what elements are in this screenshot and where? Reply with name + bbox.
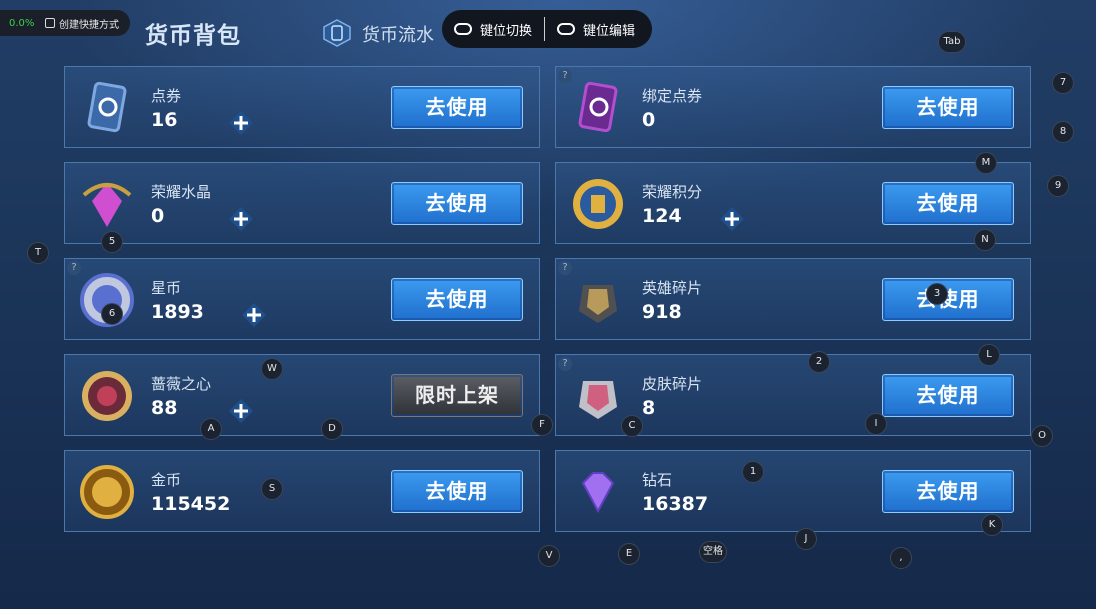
- key-hint-badge: J: [795, 528, 817, 550]
- key-hint-badge: 9: [1047, 175, 1069, 197]
- key-hint-badge: 7: [1052, 72, 1074, 94]
- use-button[interactable]: 去使用: [391, 86, 523, 129]
- create-shortcut-button[interactable]: 创建快捷方式: [45, 16, 119, 31]
- currency-value: 1893: [151, 301, 204, 323]
- currency-name: 金币: [151, 471, 182, 489]
- bound-ticket-icon: [569, 79, 627, 137]
- currency-name: 皮肤碎片: [642, 375, 703, 393]
- key-hint-badge: K: [981, 514, 1003, 536]
- skin-fragment-icon: [569, 367, 627, 425]
- currency-card: ? 星币 1893 去使用: [64, 258, 540, 340]
- add-icon[interactable]: [228, 206, 254, 232]
- currency-value: 0: [151, 205, 165, 227]
- key-switch-label: 键位切换: [480, 23, 533, 39]
- currency-name: 荣耀积分: [642, 183, 703, 201]
- currency-card: 点券 16 去使用: [64, 66, 540, 148]
- crystal-icon: [78, 175, 136, 233]
- use-button[interactable]: 去使用: [391, 470, 523, 513]
- currency-card: 钻石 16387 去使用: [555, 450, 1031, 532]
- gamepad-icon: [557, 23, 576, 35]
- currency-name: 钻石: [642, 471, 673, 489]
- currency-name: 星币: [151, 279, 182, 297]
- currency-value: 88: [151, 397, 178, 419]
- hero-fragment-icon: [569, 271, 627, 329]
- key-hint-badge: L: [978, 344, 1000, 366]
- add-icon[interactable]: [719, 206, 745, 232]
- currency-card: 蔷薇之心 88 限时上架: [64, 354, 540, 436]
- currency-name: 点券: [151, 87, 182, 105]
- key-hint-badge: 6: [101, 303, 123, 325]
- tab-currency-flow[interactable]: 货币流水: [362, 21, 434, 47]
- use-button[interactable]: 去使用: [882, 182, 1014, 225]
- key-hint-badge: E: [618, 543, 640, 565]
- currency-value: 918: [642, 301, 682, 323]
- diamond-icon: [569, 463, 627, 521]
- key-hint-badge: S: [261, 478, 283, 500]
- key-hint-badge: 空格: [699, 541, 727, 563]
- currency-card: 荣耀积分 124 去使用: [555, 162, 1031, 244]
- key-hint-badge: C: [621, 415, 643, 437]
- key-hint-badge: 3: [926, 283, 948, 305]
- currency-card: ? 绑定点券 0 去使用: [555, 66, 1031, 148]
- currency-name: 荣耀水晶: [151, 183, 212, 201]
- currency-value: 8: [642, 397, 656, 419]
- currency-name: 绑定点券: [642, 87, 703, 105]
- shortcut-icon: [45, 18, 55, 28]
- add-icon[interactable]: [228, 398, 254, 424]
- limited-time-button[interactable]: 限时上架: [391, 374, 523, 417]
- currency-value: 124: [642, 205, 682, 227]
- rose-heart-icon: [78, 367, 136, 425]
- key-hint-badge: M: [975, 152, 997, 174]
- currency-card: ? 英雄碎片 918 去使用: [555, 258, 1031, 340]
- key-hint-badge: W: [261, 358, 283, 380]
- add-icon[interactable]: [228, 110, 254, 136]
- use-button[interactable]: 去使用: [882, 470, 1014, 513]
- key-switch-button[interactable]: 键位切换: [442, 20, 544, 39]
- page-title: 货币背包: [145, 23, 241, 49]
- use-button[interactable]: 去使用: [391, 278, 523, 321]
- key-hint-badge: 1: [742, 461, 764, 483]
- fps-percent: 0.0%: [9, 17, 35, 29]
- key-edit-label: 键位编辑: [583, 23, 636, 39]
- key-hint-badge: ,: [890, 547, 912, 569]
- gold-coin-icon: [78, 463, 136, 521]
- use-button[interactable]: 去使用: [882, 278, 1014, 321]
- key-hint-badge: O: [1031, 425, 1053, 447]
- key-hint-badge: Tab: [938, 31, 966, 53]
- key-hint-badge: T: [27, 242, 49, 264]
- key-hint-badge: 2: [808, 351, 830, 373]
- currency-card: 金币 115452 去使用: [64, 450, 540, 532]
- currency-value: 16387: [642, 493, 709, 515]
- currency-value: 0: [642, 109, 656, 131]
- use-button[interactable]: 去使用: [882, 374, 1014, 417]
- key-hint-badge: 5: [101, 231, 123, 253]
- honor-points-icon: [569, 175, 627, 233]
- key-toolbar: 键位切换 键位编辑: [442, 10, 652, 48]
- shortcut-label: 创建快捷方式: [59, 19, 119, 31]
- use-button[interactable]: 去使用: [391, 182, 523, 225]
- key-hint-badge: N: [974, 229, 996, 251]
- currency-value: 16: [151, 109, 178, 131]
- key-hint-badge: 8: [1052, 121, 1074, 143]
- key-hint-badge: V: [538, 545, 560, 567]
- key-hint-badge: I: [865, 413, 887, 435]
- currency-name: 蔷薇之心: [151, 375, 212, 393]
- currency-card: 荣耀水晶 0 去使用: [64, 162, 540, 244]
- use-button[interactable]: 去使用: [882, 86, 1014, 129]
- flow-icon: [323, 19, 351, 47]
- gamepad-icon: [454, 23, 472, 35]
- key-hint-badge: D: [321, 418, 343, 440]
- key-edit-button[interactable]: 键位编辑: [545, 20, 647, 39]
- perf-overlay: 0.0% 创建快捷方式: [0, 10, 130, 36]
- currency-name: 英雄碎片: [642, 279, 703, 297]
- key-hint-badge: F: [531, 414, 553, 436]
- ticket-icon: [78, 79, 136, 137]
- add-icon[interactable]: [241, 302, 267, 328]
- currency-value: 115452: [151, 493, 231, 515]
- divider: [544, 17, 546, 41]
- key-hint-badge: A: [200, 418, 222, 440]
